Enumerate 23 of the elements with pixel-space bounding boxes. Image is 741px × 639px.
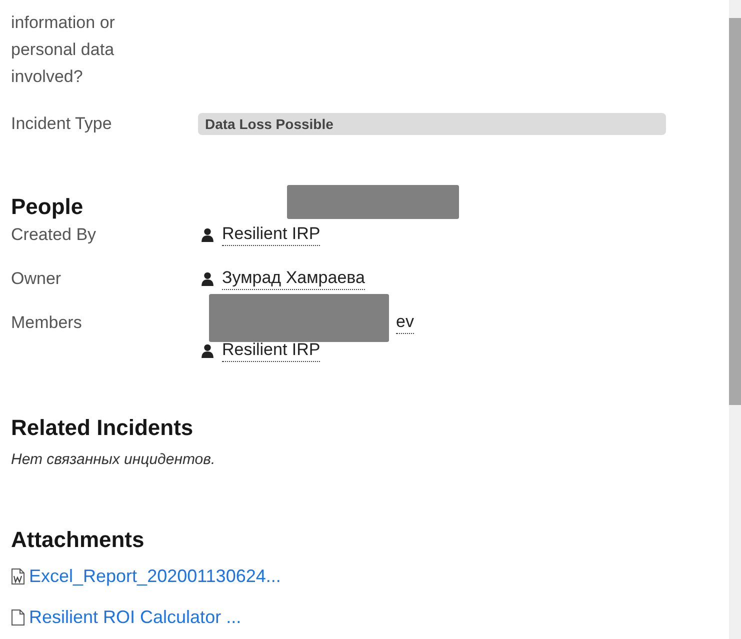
person-icon xyxy=(201,228,214,242)
word-document-icon xyxy=(11,568,25,585)
empty-message: Нет связанных инцидентов. xyxy=(11,451,216,468)
attachment-link[interactable]: Excel_Report_202001130624... xyxy=(29,566,281,587)
person-icon xyxy=(201,272,214,286)
file-icon xyxy=(11,609,25,626)
field-label: information or personal data involved? xyxy=(11,12,116,88)
scrollbar[interactable] xyxy=(729,0,741,639)
field-label: Incident Type xyxy=(11,113,113,135)
attachment-link[interactable]: Resilient ROI Calculator ... xyxy=(29,607,242,628)
section-heading: Related Incidents xyxy=(11,414,194,442)
user-link[interactable]: Зумрад Хамраева xyxy=(222,267,365,290)
user-link[interactable]: Resilient IRP xyxy=(222,223,320,246)
section-heading: People xyxy=(11,193,84,221)
field-label: Members xyxy=(11,312,83,334)
field-label: Created By xyxy=(11,224,98,246)
incident-type-tag: Data Loss Possible xyxy=(198,112,666,134)
field-label: Owner xyxy=(11,268,62,290)
user-link[interactable]: Resilient IRP xyxy=(222,339,320,362)
person-icon xyxy=(201,344,214,358)
user-link[interactable]: ev xyxy=(396,311,414,334)
section-heading: Attachments xyxy=(11,526,144,554)
scrollbar-thumb[interactable] xyxy=(729,18,741,405)
